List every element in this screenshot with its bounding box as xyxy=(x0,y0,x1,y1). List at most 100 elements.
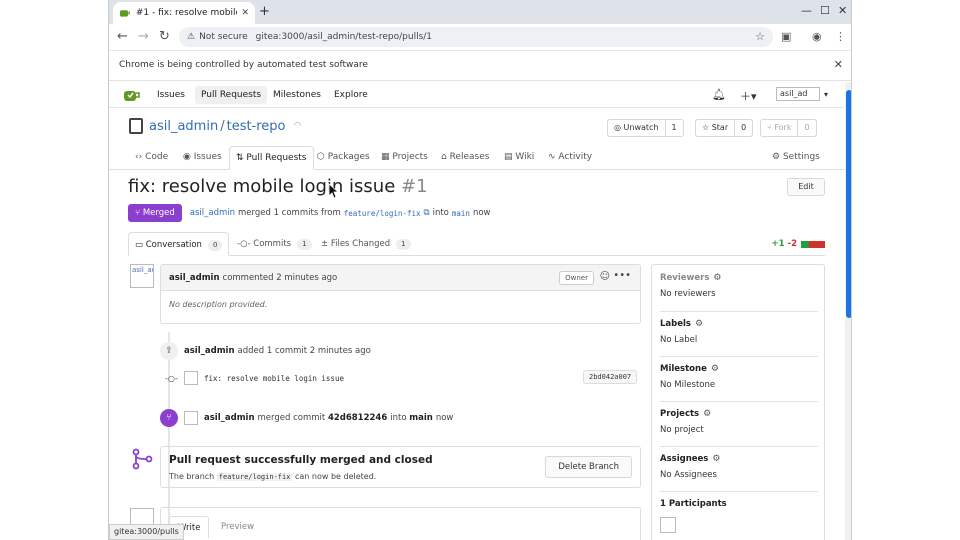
minimize-icon[interactable]: — xyxy=(801,4,812,17)
edit-title-button[interactable]: Edit xyxy=(787,178,825,196)
commit-event-author[interactable]: asil_admin xyxy=(184,346,235,356)
nav-issues[interactable]: Issues xyxy=(151,86,191,104)
tab-files-changed[interactable]: ± Files Changed 1 xyxy=(315,232,417,256)
nav-milestones[interactable]: Milestones xyxy=(267,86,327,104)
tab-issues[interactable]: ◉ Issues xyxy=(177,146,228,170)
merged-summary-box: Pull request successfully merged and clo… xyxy=(160,446,641,488)
merge-event-author[interactable]: asil_admin xyxy=(204,413,255,423)
user-avatar[interactable]: asil_ad xyxy=(776,87,820,101)
tab-wiki[interactable]: ▤ Wiki xyxy=(498,146,540,170)
projects-heading: Projects xyxy=(660,409,700,419)
browser-toolbar: ← → ↻ ⚠ Not secure gitea:3000/asil_admin… xyxy=(109,24,851,50)
bookmark-star-icon[interactable]: ☆ xyxy=(755,30,765,43)
diff-bar-additions xyxy=(801,240,809,248)
tab-activity-label: Activity xyxy=(558,152,593,162)
sidebar-milestone: Milestone ⚙ No Milestone xyxy=(660,364,818,390)
merge-event-when: now xyxy=(435,413,454,423)
unwatch-button[interactable]: ◎ Unwatch 1 xyxy=(607,119,684,137)
reload-icon[interactable]: ↻ xyxy=(159,29,170,44)
page-scrollbar[interactable] xyxy=(845,82,851,540)
tab-conversation[interactable]: ▭ Conversation 0 xyxy=(128,232,230,256)
back-icon[interactable]: ← xyxy=(117,29,128,44)
sidebar-divider xyxy=(660,401,818,402)
tab-pull-requests[interactable]: ⇅ Pull Requests xyxy=(229,146,314,170)
user-menu-chevron-down-icon[interactable]: ▾ xyxy=(824,90,828,99)
maximize-icon[interactable]: ☐ xyxy=(820,4,830,17)
notification-bell-icon[interactable]: 🔔︎ xyxy=(712,88,726,101)
pr-author-link[interactable]: asil_admin xyxy=(190,208,235,218)
labels-gear-icon[interactable]: ⚙ xyxy=(695,319,703,329)
sidebar-participants: 1 Participants xyxy=(660,499,818,533)
repo-name-link[interactable]: test-repo xyxy=(227,119,286,134)
pr-meta-merged: merged 1 commits from xyxy=(238,208,341,218)
tab-close-icon[interactable]: ✕ xyxy=(241,8,249,18)
tab-packages[interactable]: ⬡ Packages xyxy=(311,146,376,170)
star-button[interactable]: ☆ Star 0 xyxy=(695,119,754,137)
media-icon[interactable]: ▣ xyxy=(781,30,791,43)
merge-event-branch[interactable]: main xyxy=(409,413,433,423)
tab-code[interactable]: ‹› Code xyxy=(129,146,174,170)
commit-event-text: added 1 commit 2 minutes ago xyxy=(237,346,371,356)
repo-owner-link[interactable]: asil_admin xyxy=(149,119,218,134)
reviewers-gear-icon[interactable]: ⚙ xyxy=(713,273,721,283)
sidebar-projects: Projects ⚙ No project xyxy=(660,409,818,435)
star-count: 0 xyxy=(741,123,747,132)
fork-button[interactable]: ⑂ Fork 0 xyxy=(760,119,817,137)
commit-message-link[interactable]: fix: resolve mobile login issue xyxy=(204,374,344,383)
new-tab-button[interactable]: + xyxy=(259,4,270,19)
profile-icon[interactable]: ◉ xyxy=(812,30,822,43)
tab-projects[interactable]: ▦ Projects xyxy=(375,146,434,170)
browser-tab[interactable]: #1 - fix: resolve mobile lo ✕ xyxy=(113,2,255,24)
sidebar-divider xyxy=(660,311,818,312)
pulse-icon: ∿ xyxy=(548,152,559,162)
diff-additions: +1 xyxy=(771,239,785,249)
editor-tab-preview[interactable]: Preview xyxy=(213,516,262,538)
nav-explore[interactable]: Explore xyxy=(328,86,374,104)
milestone-gear-icon[interactable]: ⚙ xyxy=(711,364,719,374)
commit-sha-link[interactable]: 2bd042a007 xyxy=(583,370,638,384)
push-icon: ⇪ xyxy=(160,342,178,360)
gitea-logo-icon[interactable] xyxy=(123,88,141,102)
tab-settings[interactable]: ⚙ Settings xyxy=(766,146,826,170)
merge-commit-sha[interactable]: 42d6812246 xyxy=(328,413,387,423)
delete-branch-button[interactable]: Delete Branch xyxy=(545,456,632,478)
rss-icon[interactable]: ◠ xyxy=(294,121,302,131)
projects-gear-icon[interactable]: ⚙ xyxy=(703,409,711,419)
sidebar-divider xyxy=(660,491,818,492)
star-icon: ☆ xyxy=(702,123,712,132)
automation-infobar: Chrome is being controlled by automated … xyxy=(109,50,851,81)
page-content: Issues Pull Requests Milestones Explore … xyxy=(109,82,845,540)
close-window-icon[interactable]: ✕ xyxy=(838,4,847,17)
tab-commits[interactable]: -○- Commits 1 xyxy=(231,232,318,256)
nav-pull-requests[interactable]: Pull Requests xyxy=(195,86,268,104)
comment-editor: Write Preview xyxy=(160,507,641,540)
participant-avatar[interactable] xyxy=(660,517,676,533)
merged-sub-branch: feature/login-fix xyxy=(216,473,293,481)
scrollbar-thumb[interactable] xyxy=(846,90,851,318)
comment-avatar[interactable]: asil_ad xyxy=(130,264,154,288)
menu-kebab-icon[interactable]: ⋮ xyxy=(835,30,846,43)
comment-menu-icon[interactable]: ••• xyxy=(613,270,631,281)
tab-activity[interactable]: ∿ Activity xyxy=(542,146,598,170)
warning-icon: ⚠ xyxy=(187,32,196,42)
assignees-gear-icon[interactable]: ⚙ xyxy=(712,454,720,464)
head-branch-link[interactable]: feature/login-fix xyxy=(344,209,421,218)
infobar-close-icon[interactable]: ✕ xyxy=(834,58,843,71)
create-plus-icon[interactable]: ＋▾ xyxy=(740,88,757,104)
gitea-favicon-icon xyxy=(119,10,130,17)
comment-author-link[interactable]: asil_admin xyxy=(169,273,220,283)
commit-row: fix: resolve mobile login issue xyxy=(184,371,344,385)
forward-icon[interactable]: → xyxy=(138,29,149,44)
tab-releases[interactable]: ⌂ Releases xyxy=(435,146,495,170)
merged-subtitle: The branch feature/login-fix can now be … xyxy=(169,472,376,481)
base-branch-link[interactable]: main xyxy=(452,209,470,218)
merge-icon: ⑂ xyxy=(135,208,143,218)
labels-value: No Label xyxy=(660,335,698,345)
copy-branch-icon[interactable]: ⧉ xyxy=(424,208,430,218)
repo-separator: / xyxy=(220,118,225,134)
reaction-smiley-icon[interactable]: ☺ xyxy=(600,271,610,282)
address-bar[interactable]: ⚠ Not secure gitea:3000/asil_admin/test-… xyxy=(179,27,773,47)
pr-meta: ⑂ Merged asil_admin merged 1 commits fro… xyxy=(128,204,490,222)
url-text[interactable]: gitea:3000/asil_admin/test-repo/pulls/1 xyxy=(256,32,432,42)
merge-event-icon: ⑂ xyxy=(160,409,178,427)
